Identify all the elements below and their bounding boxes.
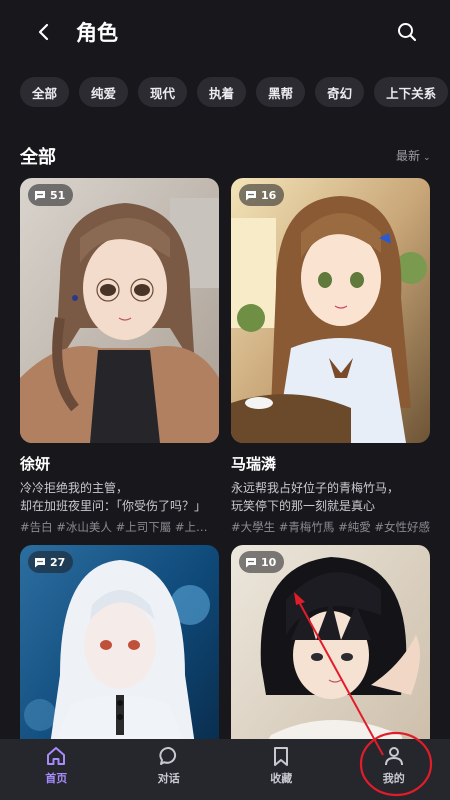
nav-label: 对话 [157,772,180,785]
nav-label: 首页 [45,772,68,785]
chip-all[interactable]: 全部 [20,77,70,107]
chip-fantasy[interactable]: 奇幻 [315,77,365,107]
description-line: 永远帮我占好位子的青梅竹马， [231,481,400,495]
header: 角色 [0,0,450,64]
nav-bookmarks[interactable]: 收藏 [225,739,338,800]
chat-count-badge: 51 [28,184,74,206]
character-name: 马瑞潾 [231,455,277,473]
chat-count: 51 [50,188,66,202]
search-icon [398,23,417,42]
character-image: 16 [231,178,430,443]
chat-count: 10 [261,555,277,569]
chevron-down-icon: ⌄ [423,152,431,163]
chip-modern[interactable]: 现代 [138,77,188,107]
character-card[interactable]: 16 马瑞潾 永远帮我占好位子的青梅竹马， 玩笑停下的那一刻就是真心 #大學生 … [231,178,430,535]
sort-dropdown[interactable]: 最新 ⌄ [396,147,431,164]
chat-count: 27 [50,555,66,569]
category-chip-bar: 全部 纯爱 现代 执着 黑帮 奇幻 上下关系 [20,77,450,107]
character-image: 51 [20,178,219,443]
search-button[interactable] [393,18,421,46]
character-tags: #大學生 #青梅竹馬 #純愛 #女性好感 [231,520,430,534]
sort-label: 最新 [396,149,421,163]
chat-count-badge: 27 [28,551,74,573]
description-line: 却在加班夜里问：「你受伤了吗？」 [20,499,207,513]
chat-bubble-icon [35,557,45,567]
chat-bubble-icon [246,557,256,567]
character-description: 永远帮我占好位子的青梅竹马， 玩笑停下的那一刻就是真心 [231,479,430,515]
bookmark-icon [274,747,289,766]
nav-label: 收藏 [270,772,293,785]
home-icon [47,747,66,765]
bottom-navigation: 首页 对话 收藏 我的 [0,739,450,800]
chevron-left-icon [38,23,49,41]
page-title: 角色 [76,21,118,45]
back-button[interactable] [30,18,58,46]
section-title: 全部 [20,147,56,168]
character-card[interactable]: 51 徐妍 冷冷拒绝我的主管， 却在加班夜里问：「你受伤了吗？」 #告白 #冰山… [20,178,219,535]
description-line: 玩笑停下的那一刻就是真心 [231,499,376,513]
chat-bubble-icon [35,190,45,200]
user-icon [384,747,403,766]
chip-obsessive[interactable]: 执着 [197,77,247,107]
character-name: 徐妍 [20,455,51,473]
nav-home[interactable]: 首页 [0,739,113,800]
description-line: 冷冷拒绝我的主管， [20,481,129,495]
nav-label: 我的 [382,772,405,785]
nav-chat[interactable]: 对话 [113,739,226,800]
chip-gang[interactable]: 黑帮 [256,77,306,107]
character-tags: #告白 #冰山美人 #上司下屬 #上下关系 [20,520,219,534]
chat-bubble-icon [159,747,176,765]
chat-count: 16 [261,188,277,202]
nav-profile[interactable]: 我的 [338,739,450,800]
chat-count-badge: 10 [239,551,285,573]
chip-pure-love[interactable]: 纯爱 [79,77,129,107]
chat-bubble-icon [246,190,256,200]
chip-hierarchy[interactable]: 上下关系 [374,77,449,107]
chat-count-badge: 16 [239,184,285,206]
character-description: 冷冷拒绝我的主管， 却在加班夜里问：「你受伤了吗？」 [20,479,219,515]
